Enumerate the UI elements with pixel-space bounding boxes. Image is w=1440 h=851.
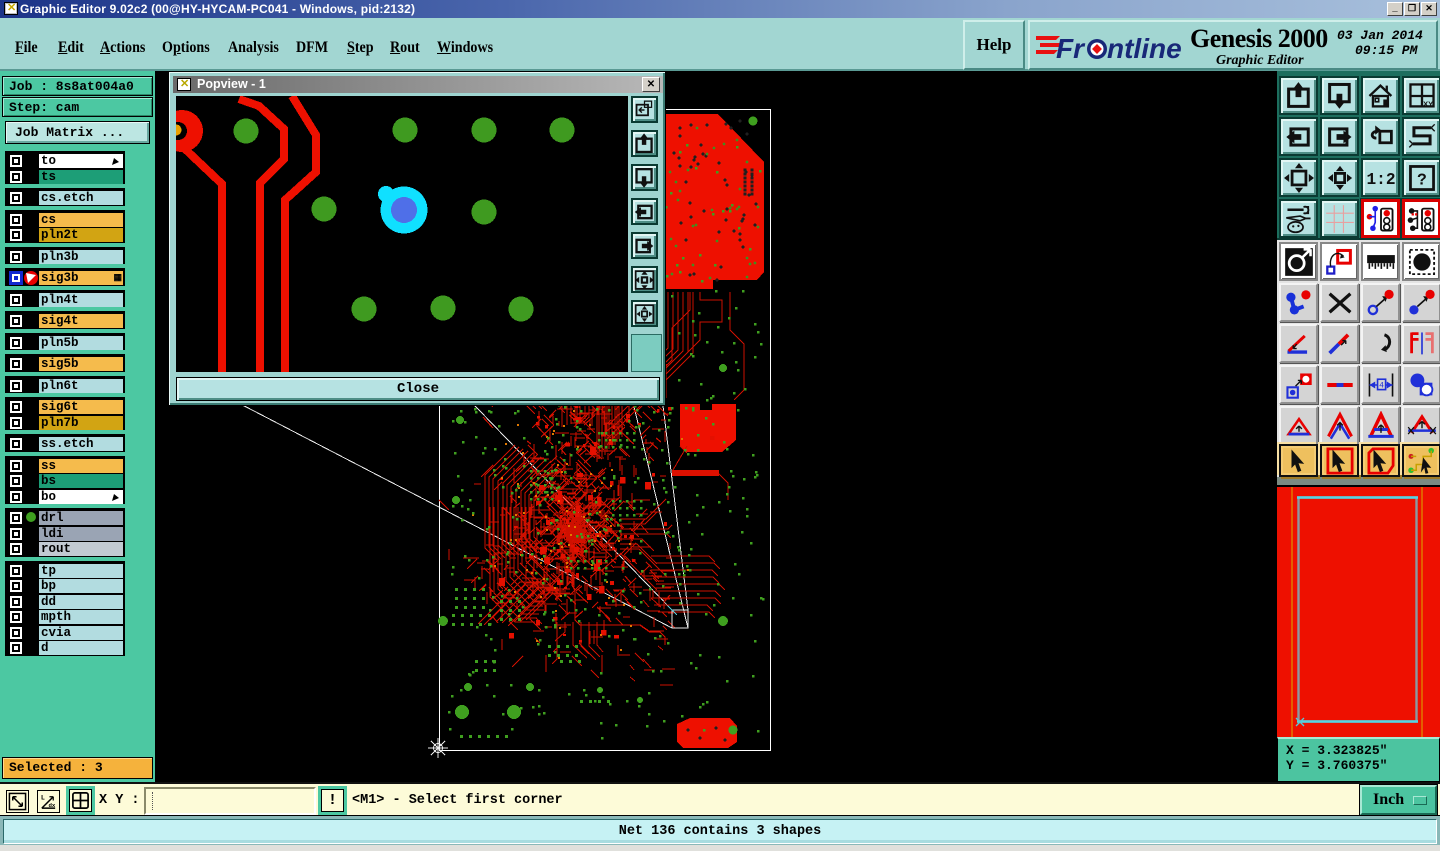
svg-text:dx: dx: [49, 802, 56, 809]
svg-text:L: L: [41, 794, 45, 802]
svg-text:ntline: ntline: [1107, 33, 1182, 64]
svg-text:Fr: Fr: [1056, 33, 1086, 64]
svg-text:XY: XY: [1423, 99, 1433, 108]
svg-text:?: ?: [1417, 171, 1427, 189]
svg-text:1:2: 1:2: [1366, 170, 1395, 188]
svg-text:4: 4: [1379, 381, 1384, 390]
